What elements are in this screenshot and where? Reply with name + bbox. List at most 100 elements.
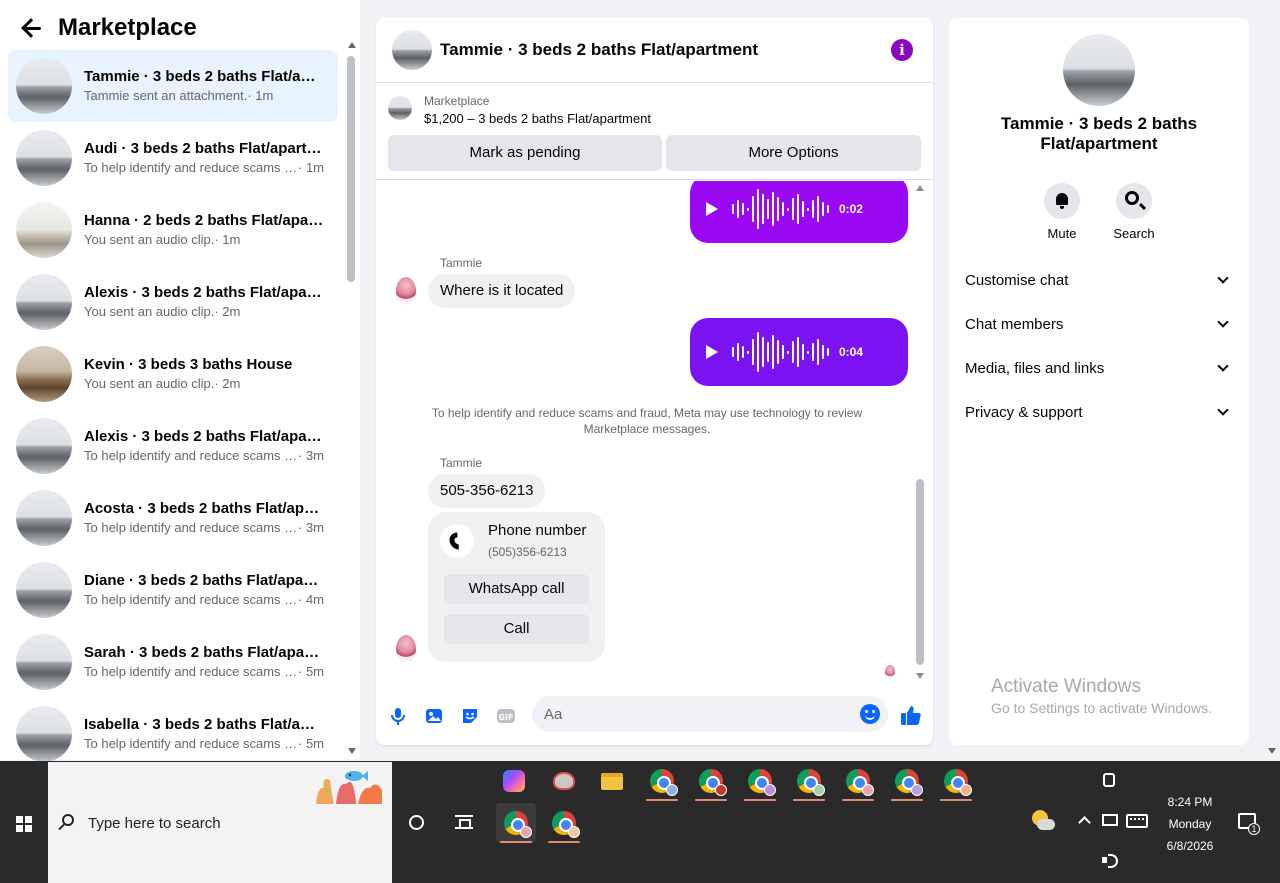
bell-icon <box>1056 193 1068 209</box>
taskbar-search-box[interactable]: Type here to search <box>48 762 392 883</box>
mute-button[interactable]: Mute <box>1032 183 1092 241</box>
scam-notice: To help identify and reduce scams and fr… <box>431 406 863 436</box>
conversation-item[interactable]: Hanna · 2 beds 2 baths Flat/apartment Yo… <box>8 194 338 266</box>
info-avatar[interactable] <box>1063 34 1135 106</box>
back-arrow-icon[interactable] <box>20 16 44 40</box>
phone-card-number: (505)356-6213 <box>488 545 567 559</box>
meet-now-icon[interactable] <box>1103 773 1115 787</box>
conversation-item[interactable]: Tammie · 3 beds 2 baths Flat/apartment T… <box>8 50 338 122</box>
whatsapp-call-button[interactable]: WhatsApp call <box>444 574 589 604</box>
listing-thumbnail[interactable] <box>388 96 412 120</box>
listing-avatar <box>16 58 72 114</box>
taskbar-file-explorer[interactable] <box>592 761 632 801</box>
taskbar-chrome-profile[interactable] <box>691 761 731 801</box>
waveform[interactable] <box>732 330 829 374</box>
thread-scroll-up-arrow[interactable] <box>916 185 924 191</box>
taskbar-chrome-profile[interactable] <box>838 761 878 801</box>
conversation-item[interactable]: Acosta · 3 beds 2 baths Flat/apartment T… <box>8 482 338 554</box>
search-button[interactable]: Search <box>1104 183 1164 241</box>
conversation-item[interactable]: Diane · 3 beds 2 baths Flat/apartment To… <box>8 554 338 626</box>
folder-icon <box>601 772 623 790</box>
customise-chat-section[interactable]: Customise chat <box>965 258 1233 302</box>
chevron-down-icon <box>1217 316 1229 328</box>
thumbs-up-icon[interactable] <box>900 704 922 726</box>
search-icon <box>62 814 74 826</box>
sticker-icon[interactable] <box>460 706 480 726</box>
mark-as-pending-button[interactable]: Mark as pending <box>388 135 662 171</box>
taskbar-chrome-profile[interactable] <box>936 761 976 801</box>
taskbar-chrome-profile[interactable] <box>544 803 584 843</box>
cortana-icon[interactable] <box>409 815 424 830</box>
task-view-icon[interactable] <box>455 815 473 829</box>
conversation-name: Sarah · 3 beds 2 baths Flat/apartment <box>84 644 324 661</box>
conversation-time: · 4m <box>298 592 324 607</box>
conversation-item[interactable]: Audi · 3 beds 2 baths Flat/apartment To … <box>8 122 338 194</box>
show-hidden-icons-chevron-icon[interactable] <box>1078 816 1091 829</box>
conversation-item[interactable]: Alexis · 3 beds 2 baths Flat/apartment Y… <box>8 266 338 338</box>
chat-info-panel: Tammie · 3 beds 2 baths Flat/apartment M… <box>949 18 1249 745</box>
watermark-line2: Go to Settings to activate Windows. <box>991 700 1212 716</box>
windows-start-icon[interactable] <box>16 816 32 832</box>
sidebar-scroll-down-arrow[interactable] <box>348 748 356 754</box>
conversation-item[interactable]: Kevin · 3 beds 3 baths House You sent an… <box>8 338 338 410</box>
listing-avatar <box>16 418 72 474</box>
chat-title[interactable]: Tammie · 3 beds 2 baths Flat/apartment <box>440 40 758 60</box>
privacy-support-section[interactable]: Privacy & support <box>965 390 1233 434</box>
conversation-item[interactable]: Sarah · 3 beds 2 baths Flat/apartment To… <box>8 626 338 698</box>
sidebar-scroll-up-arrow[interactable] <box>348 42 356 48</box>
conversation-preview: To help identify and reduce scams and fr… <box>84 520 298 535</box>
gif-icon[interactable]: GIF <box>496 706 516 726</box>
taskbar-search-placeholder: Type here to search <box>88 815 221 832</box>
microphone-icon[interactable] <box>388 706 408 726</box>
thread-scrollbar-thumb[interactable] <box>916 479 924 665</box>
waveform[interactable] <box>732 187 829 231</box>
taskbar-chrome-profile[interactable] <box>642 761 682 801</box>
taskbar-snipping-tool[interactable] <box>544 761 584 801</box>
message-composer: GIF Aa <box>376 696 933 736</box>
taskbar-clock[interactable]: 8:24 PM Monday 6/8/2026 <box>1160 791 1220 857</box>
chrome-icon <box>944 769 972 796</box>
thread-scroll-down-arrow[interactable] <box>916 673 924 679</box>
listing-price-title[interactable]: $1,200 – 3 beds 2 baths Flat/apartment <box>424 109 651 129</box>
chat-members-section[interactable]: Chat members <box>965 302 1233 346</box>
section-label: Customise chat <box>965 271 1069 289</box>
play-icon[interactable] <box>706 202 718 216</box>
media-files-links-section[interactable]: Media, files and links <box>965 346 1233 390</box>
search-icon <box>1125 191 1139 205</box>
chat-avatar[interactable] <box>392 30 432 70</box>
taskbar-copilot[interactable] <box>494 761 534 801</box>
photo-icon[interactable] <box>424 706 444 726</box>
contact-avatar[interactable] <box>396 635 416 663</box>
contact-avatar[interactable] <box>396 277 416 305</box>
listing-avatar <box>16 490 72 546</box>
keyboard-icon[interactable] <box>1126 814 1148 828</box>
chrome-icon <box>699 769 727 796</box>
conversation-name: Isabella · 3 beds 2 baths Flat/apartment <box>84 716 324 733</box>
call-button[interactable]: Call <box>444 614 589 644</box>
conversation-time: · 2m <box>214 376 241 391</box>
taskbar-chrome-profile[interactable] <box>740 761 780 801</box>
play-icon[interactable] <box>706 345 718 359</box>
more-options-button[interactable]: More Options <box>666 135 921 171</box>
weather-icon[interactable] <box>1030 810 1055 834</box>
conversation-item[interactable]: Alexis · 3 beds 2 baths Flat/apartment T… <box>8 410 338 482</box>
emoji-icon[interactable] <box>860 704 880 724</box>
coral-reef-icon <box>316 771 382 804</box>
conversation-preview: To help identify and reduce scams and fr… <box>84 736 298 751</box>
conversation-preview: To help identify and reduce scams and fr… <box>84 448 298 463</box>
clock-date: 6/8/2026 <box>1166 839 1214 853</box>
taskbar-chrome-profile[interactable] <box>887 761 927 801</box>
sidebar-scrollbar-thumb[interactable] <box>347 56 355 282</box>
taskbar-chrome-profile[interactable] <box>789 761 829 801</box>
page-scroll-down-arrow[interactable] <box>1268 748 1276 754</box>
network-icon[interactable] <box>1102 814 1118 826</box>
message-input[interactable]: Aa <box>532 696 888 732</box>
chrome-icon <box>748 769 776 796</box>
section-label: Privacy & support <box>965 403 1083 421</box>
conversation-preview: To help identify and reduce scams and fr… <box>84 592 298 607</box>
chrome-icon <box>797 769 825 796</box>
volume-icon[interactable] <box>1102 853 1118 868</box>
taskbar-chrome-profile[interactable] <box>496 803 536 843</box>
conversation-item[interactable]: Isabella · 3 beds 2 baths Flat/apartment… <box>8 698 338 770</box>
info-icon[interactable]: i <box>891 39 913 61</box>
